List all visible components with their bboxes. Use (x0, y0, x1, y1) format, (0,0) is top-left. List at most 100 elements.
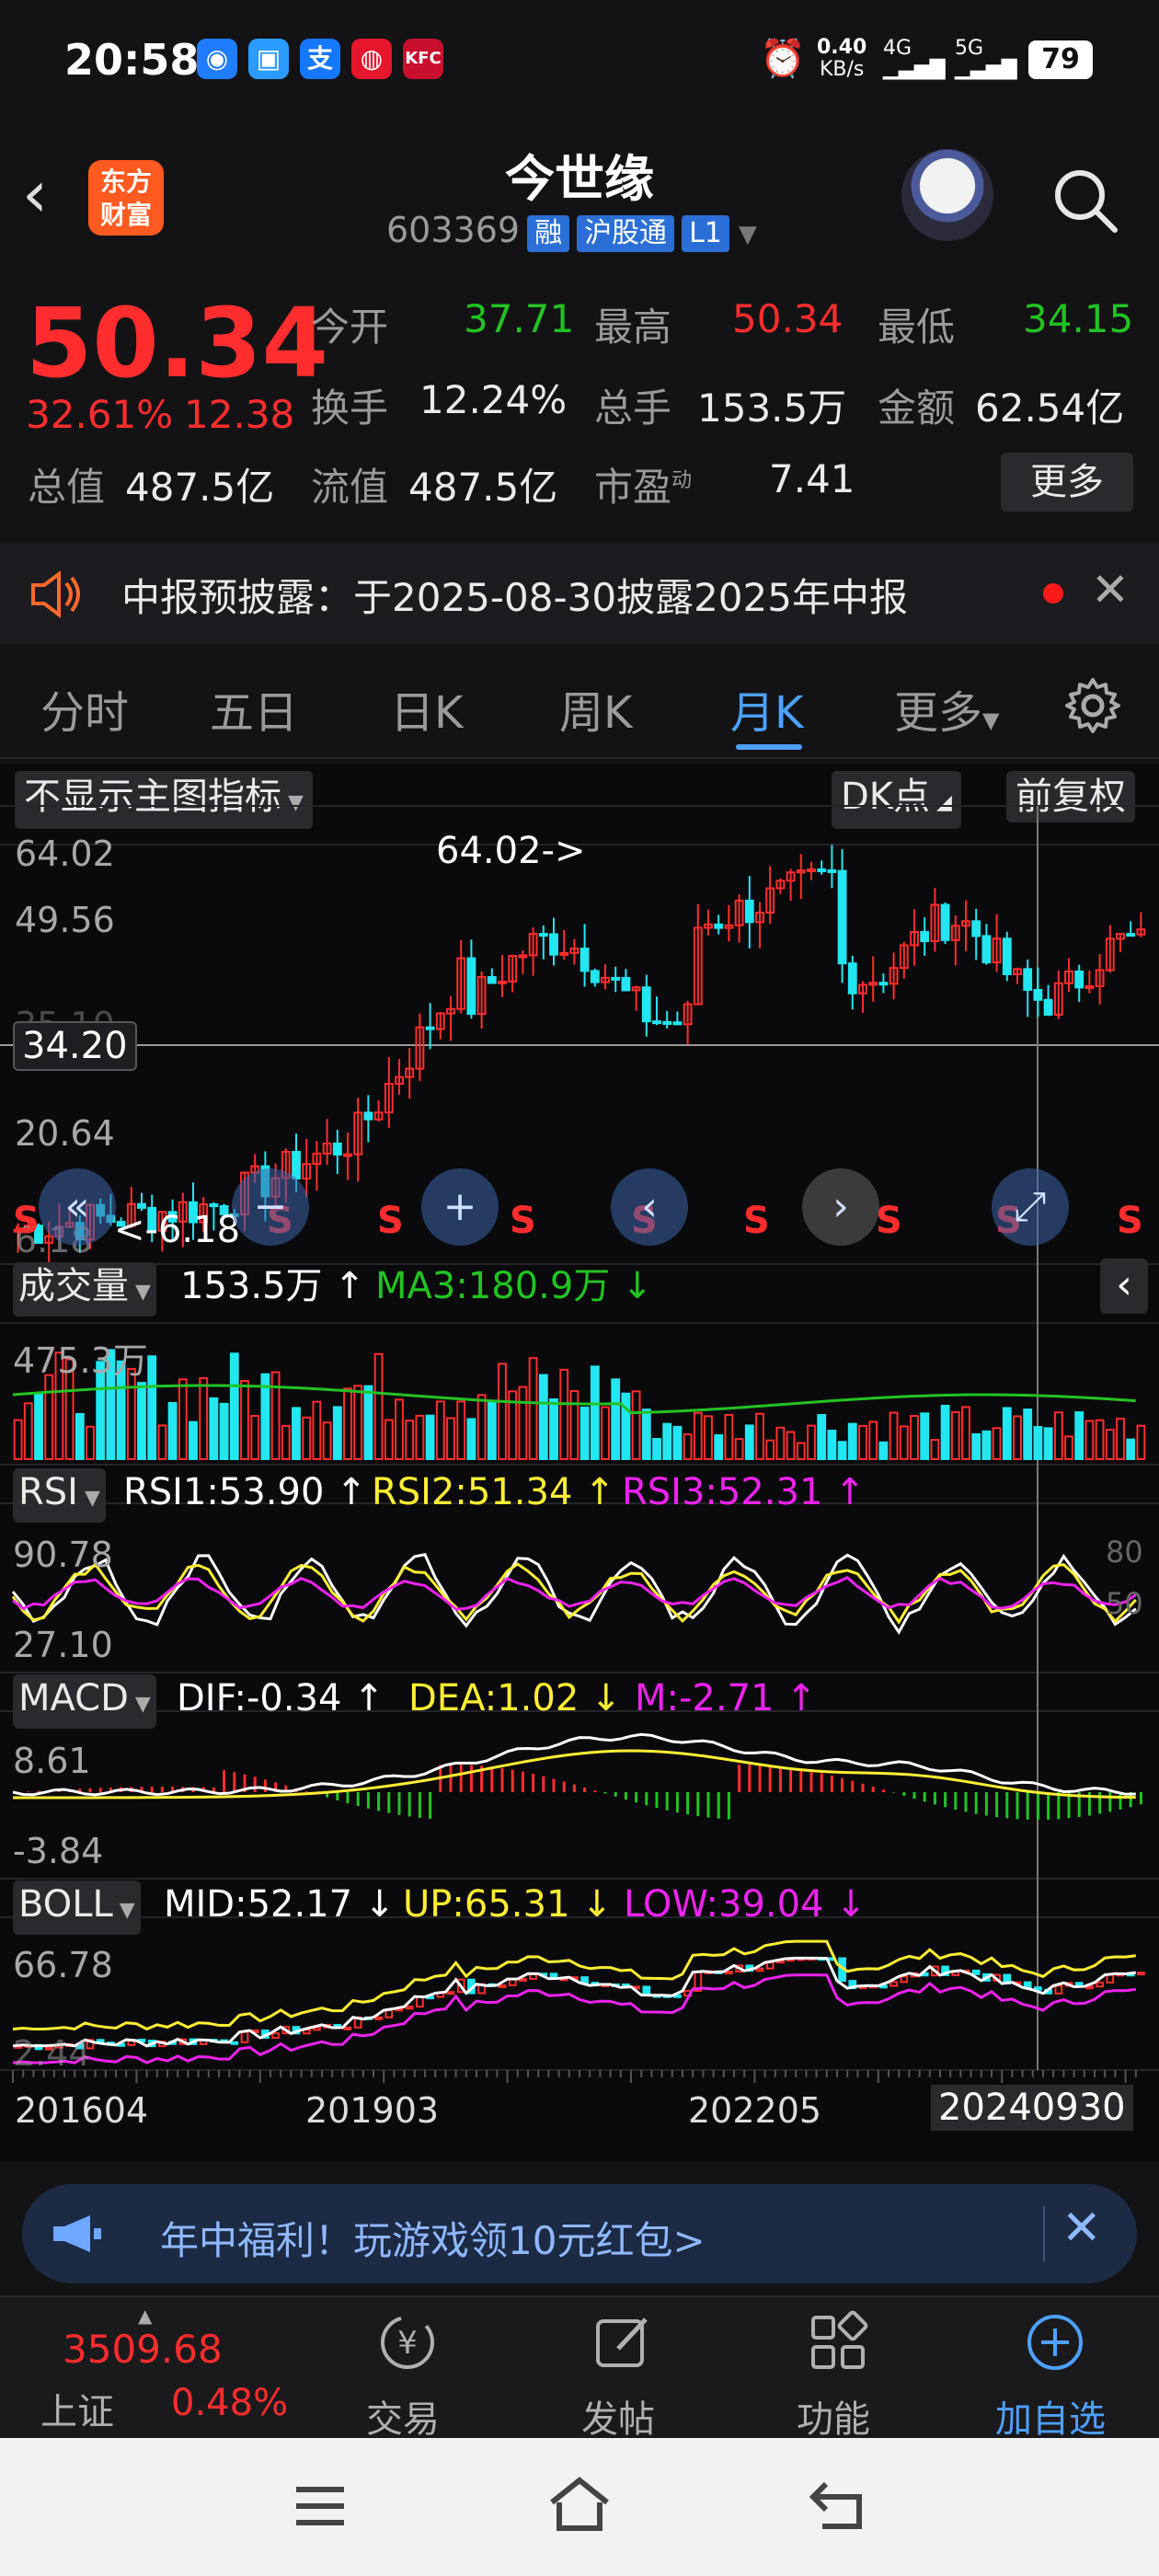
chat-notification-icon: ▣ (248, 39, 289, 79)
status-bar: 20:58 ◉ ▣ 支 ◍ KFC ⏰ 0.40 KB/s 4G ▁▃▅▇ 5G… (0, 0, 1159, 129)
tab-more[interactable]: 更多▼ (894, 676, 999, 741)
kline-chart-area[interactable]: 不显示主图指标 ▼ DK点 ◢ 前复权 64.02 49.56 35.10 20… (0, 764, 1159, 2162)
home-icon[interactable] (546, 2475, 613, 2534)
volume-bar (405, 1420, 415, 1461)
index-expand-icon[interactable]: ▲ (138, 2305, 152, 2327)
grid-apps-icon (811, 2310, 868, 2369)
zoom-in-icon[interactable]: + (421, 1168, 499, 1246)
dropdown-icon[interactable]: ▼ (739, 221, 757, 248)
volume-bar (476, 1394, 487, 1461)
index-value[interactable]: 3509.68 (63, 2327, 223, 2372)
tab-minute[interactable]: 分时 (40, 676, 129, 741)
volume-bar (209, 1397, 219, 1460)
period-tabs: 分时 五日 日K 周K 月K 更多▼ (0, 649, 1159, 759)
volume-bar (373, 1352, 384, 1460)
volume-bar (1136, 1424, 1146, 1461)
kfc-notification-icon: KFC (403, 39, 443, 79)
tab-five-day[interactable]: 五日 (210, 676, 298, 741)
volume-bar (765, 1439, 775, 1461)
post-label: 发帖 (581, 2398, 655, 2441)
menu-icon[interactable] (291, 2480, 350, 2532)
quote-panel: 50.34 32.61% 12.38 今开 37.71 最高 50.34 最低 … (0, 269, 1159, 535)
promo-text: 年中福利！玩游戏领10元红包> (160, 2218, 706, 2263)
macd-indicator-caret-icon: ▼ (128, 1693, 151, 1716)
volume-bar (734, 1438, 744, 1460)
promo-banner[interactable]: 年中福利！玩游戏领10元红包> ✕ (22, 2184, 1137, 2283)
low-label: 最低 (878, 305, 956, 350)
app-notification-icon: ◉ (197, 39, 237, 79)
stock-header: ‹ 东方 财富 今世缘 603369 融沪股通 L1 ▼ (0, 129, 1159, 267)
volume-bar (147, 1355, 157, 1460)
candle-body (807, 868, 816, 872)
pe-value: 7.41 (769, 456, 855, 501)
rsi-level-80: 80 (1106, 1535, 1143, 1570)
boll-low-line (12, 1973, 1136, 2064)
boll-candle (755, 1967, 764, 1972)
candle-body (332, 1142, 342, 1156)
rsi-indicator-select[interactable]: RSI ▼ (13, 1468, 106, 1523)
volume-bar (992, 1427, 1002, 1460)
fullscreen-icon[interactable]: ⤢ (992, 1168, 1069, 1246)
scroll-left-icon[interactable]: ‹ (611, 1168, 688, 1246)
back-nav-icon[interactable] (808, 2477, 872, 2532)
candle-body (827, 868, 837, 873)
volume-bar (312, 1400, 322, 1461)
sell-signal: S (377, 1200, 404, 1242)
candle-body (580, 948, 590, 972)
boll-indicator-select[interactable]: BOLL ▼ (13, 1880, 141, 1935)
boll-candle (405, 2006, 414, 2010)
volume-bar (425, 1414, 435, 1461)
zoom-out-icon[interactable]: − (232, 1168, 309, 1246)
tab-weekly-k[interactable]: 周K (559, 676, 632, 741)
tab-daily-k[interactable]: 日K (390, 676, 463, 741)
search-icon[interactable] (1049, 164, 1122, 237)
macd-indicator-select[interactable]: MACD ▼ (13, 1674, 156, 1729)
volume-bar (178, 1378, 188, 1461)
volume-bar (322, 1421, 332, 1461)
unread-dot-icon (1043, 583, 1063, 604)
candle-body (621, 977, 631, 992)
net-speed-unit: KB/s (819, 58, 865, 81)
boll-candle (446, 1991, 455, 1995)
function-button[interactable]: 功能 (751, 2297, 916, 2441)
boll-candle (889, 1981, 898, 1987)
notice-bar[interactable]: 中报预披露：于2025-08-30披露2025年中报 ✕ (0, 543, 1159, 644)
date-label-3: 202205 (688, 2090, 822, 2131)
sell-signal: S (876, 1200, 902, 1242)
sell-signal: S (743, 1200, 770, 1242)
candle-body (1023, 968, 1033, 991)
robot-assistant-icon[interactable] (901, 149, 993, 241)
add-watchlist-button[interactable]: 加自选 (968, 2297, 1133, 2441)
scroll-start-icon[interactable]: « (39, 1168, 116, 1246)
settings-gear-icon[interactable] (1063, 676, 1122, 735)
boll-indicator-label: BOLL (18, 1883, 113, 1926)
level-tag: L1 (682, 215, 729, 252)
macd-axis-bottom: -3.84 (13, 1831, 104, 1871)
close-notice-icon[interactable]: ✕ (1091, 563, 1130, 616)
post-button[interactable]: 发帖 (535, 2297, 701, 2441)
trade-label: 交易 (366, 2398, 440, 2441)
volume-bar (1116, 1418, 1125, 1461)
volume-bar (858, 1424, 867, 1461)
tab-monthly-k[interactable]: 月K (730, 676, 803, 741)
trade-button[interactable]: ¥ 交易 (320, 2297, 486, 2441)
boll-axis-top: 66.78 (13, 1945, 113, 1985)
candle-body (549, 933, 558, 956)
rsi3-line (12, 1575, 1137, 1611)
candle-body (343, 1153, 352, 1157)
candle-body (940, 903, 950, 941)
volume-bar (601, 1406, 610, 1461)
macd-dea-value: DEA:1.02 ↓ (408, 1677, 622, 1719)
collapse-panel-icon[interactable]: ‹ (1100, 1259, 1148, 1314)
scroll-right-icon[interactable]: › (802, 1168, 879, 1246)
boll-up-value: UP:65.31 ↓ (403, 1883, 613, 1926)
volume-bar (86, 1425, 95, 1461)
volume-bar (683, 1433, 693, 1461)
more-button[interactable]: 更多 (1001, 453, 1133, 512)
volume-indicator-select[interactable]: 成交量 ▼ (13, 1262, 156, 1317)
boll-axis-bottom: 2.44 (13, 2033, 91, 2074)
close-promo-icon[interactable]: ✕ (1061, 2201, 1102, 2256)
rsi-indicator-caret-icon: ▼ (77, 1487, 100, 1510)
volume-bar (13, 1419, 23, 1461)
rsi-indicator-label: RSI (18, 1471, 78, 1513)
